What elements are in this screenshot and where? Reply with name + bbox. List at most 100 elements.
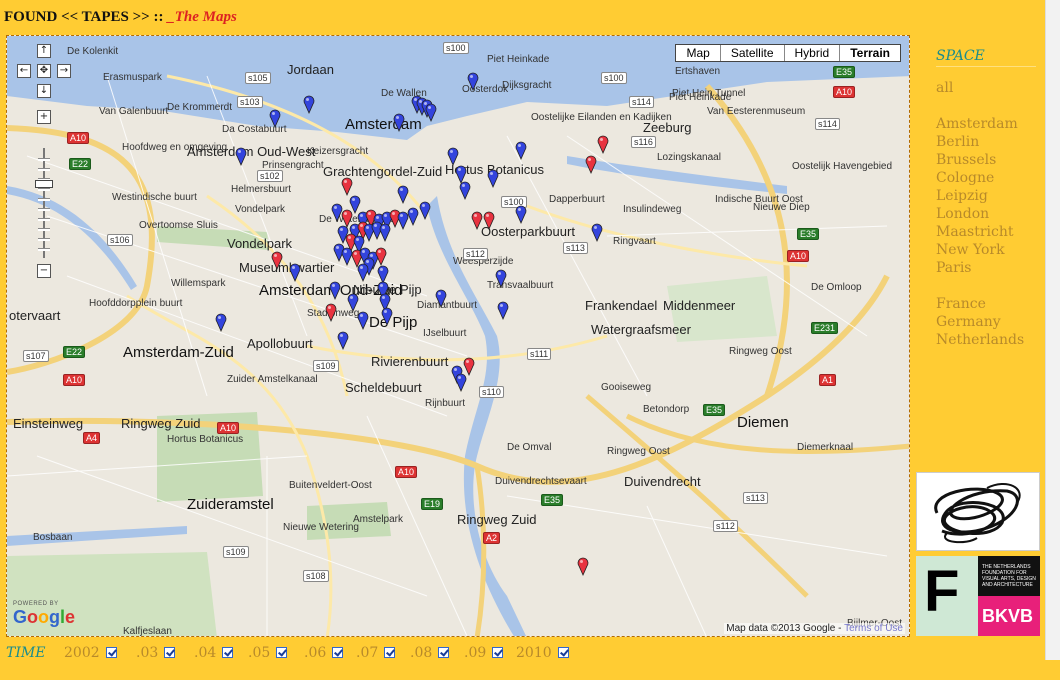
map-marker-blue[interactable] [459,180,471,200]
country-filter-france[interactable]: France [936,296,986,312]
city-filter-brussels[interactable]: Brussels [936,152,996,168]
city-filter-maastricht[interactable]: Maastricht [936,224,1014,240]
map-marker-blue[interactable] [435,288,447,308]
space-title: SPACE [936,48,985,64]
map-type-satellite[interactable]: Satellite [719,45,784,61]
road-shield: s106 [107,234,133,246]
year-checkbox[interactable] [105,647,117,658]
zoom-slider-thumb[interactable] [35,180,53,188]
year-checkbox[interactable] [557,647,569,658]
map-marker-blue[interactable] [425,102,437,122]
map-marker-blue[interactable] [487,168,499,188]
map-marker-blue[interactable] [337,330,349,350]
map-marker-blue[interactable] [235,146,247,166]
map-marker-blue[interactable] [495,268,507,288]
road-shield: A10 [787,250,810,262]
city-filter-london[interactable]: London [936,206,989,222]
country-filter-germany[interactable]: Germany [936,314,1001,330]
map-marker-red[interactable] [341,176,353,196]
city-filter-new-york[interactable]: New York [936,242,1005,258]
map-marker-red[interactable] [471,210,483,230]
year-checkbox[interactable] [222,647,234,658]
map-marker-blue[interactable] [393,112,405,132]
pan-down-button[interactable]: ↓ [37,84,51,98]
google-logo[interactable]: POWERED BY Google [13,601,75,628]
zoom-in-button[interactable]: + [37,110,51,124]
country-filter-netherlands[interactable]: Netherlands [936,332,1024,348]
city-filter-berlin[interactable]: Berlin [936,134,979,150]
year-filter-item: .07 [356,645,396,661]
year-label: .04 [194,645,217,661]
map-marker-red[interactable] [325,302,337,322]
map-marker-blue[interactable] [497,300,509,320]
map-marker-blue[interactable] [455,372,467,392]
pan-left-button[interactable]: ← [17,64,31,78]
city-filter-cologne[interactable]: Cologne [936,170,994,186]
map-marker-blue[interactable] [515,140,527,160]
map-marker-red[interactable] [585,154,597,174]
city-filter-amsterdam[interactable]: Amsterdam [936,116,1018,132]
year-checkbox[interactable] [492,647,504,658]
map-marker-blue[interactable] [407,206,419,226]
google-logo-letter: e [65,607,76,627]
map-marker-blue[interactable] [419,200,431,220]
space-filter-all[interactable]: all [936,80,953,96]
map-marker-blue[interactable] [357,310,369,330]
page-scrollbar[interactable] [1045,0,1060,660]
map-marker-red[interactable] [483,210,495,230]
highway [585,394,809,598]
zoom-out-button[interactable]: − [37,264,51,278]
google-logo-text: Google [13,607,75,627]
year-checkbox[interactable] [164,647,176,658]
pan-up-button[interactable]: ↑ [37,44,51,58]
map-type-hybrid[interactable]: Hybrid [783,45,840,61]
road-shield: s110 [479,386,504,398]
map-marker-red[interactable] [577,556,589,576]
road-shield: s112 [713,520,738,532]
map-marker-blue[interactable] [215,312,227,332]
map-marker-blue[interactable] [515,204,527,224]
map-type-map[interactable]: Map [676,45,720,61]
map-marker-blue[interactable] [357,262,369,282]
map-marker-blue[interactable] [329,280,341,300]
road-shield: A10 [395,466,418,478]
map-marker-blue[interactable] [289,262,301,282]
map-marker-blue[interactable] [591,222,603,242]
map-marker-red[interactable] [271,250,283,270]
road-shield: A10 [217,422,240,434]
map-type-terrain[interactable]: Terrain [839,45,900,61]
pan-center-button[interactable]: ✥ [37,64,51,78]
city-filter-paris[interactable]: Paris [936,260,972,276]
map-marker-red[interactable] [597,134,609,154]
map-marker-blue[interactable] [303,94,315,114]
map-marker-blue[interactable] [379,222,391,242]
map-marker-blue[interactable] [467,71,479,91]
map-marker-red[interactable] [375,246,387,266]
year-filter-item: .09 [464,645,504,661]
city-filter-leipzig[interactable]: Leipzig [936,188,988,204]
map-marker-blue[interactable] [447,146,459,166]
year-checkbox[interactable] [276,647,288,658]
map-marker-blue[interactable] [397,184,409,204]
map-marker-blue[interactable] [347,292,359,312]
year-label: .08 [410,645,433,661]
found-tapes-logo[interactable] [916,472,1040,551]
year-checkbox[interactable] [332,647,344,658]
year-checkbox[interactable] [438,647,450,658]
map-marker-blue[interactable] [381,306,393,326]
site-title[interactable]: FOUND << TAPES >> :: [4,9,163,25]
road-shield: E22 [69,158,92,170]
map-marker-blue[interactable] [269,108,281,128]
bkvb-logo-letter: F [924,559,960,624]
bkvb-logo[interactable]: F THE NETHERLANDS FOUNDATION FOR VISUAL … [916,556,1040,636]
map-view[interactable]: De Kolenkit Erasmuspark Jordaan Piet Heinka… [6,35,910,637]
terms-of-use-link[interactable]: Terms of Use [844,623,903,634]
road-shield: s111 [527,348,552,360]
year-checkbox[interactable] [384,647,396,658]
canal [567,156,787,194]
zoom-slider[interactable] [35,148,53,258]
road-shield: s100 [443,42,469,54]
road-shield: s103 [237,96,263,108]
road-shield: E19 [421,498,444,510]
pan-right-button[interactable]: → [57,64,71,78]
